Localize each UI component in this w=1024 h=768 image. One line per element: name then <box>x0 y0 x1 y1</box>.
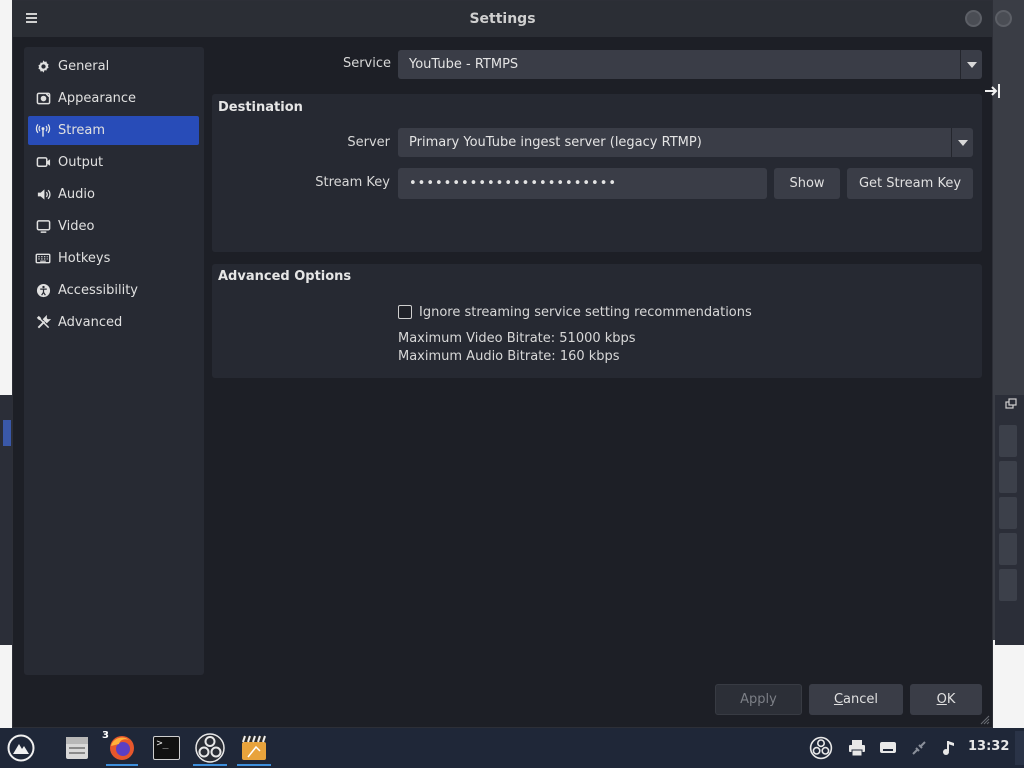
sidebar-item-output[interactable]: Output <box>28 148 199 177</box>
ok-mnemonic: O <box>936 692 947 707</box>
firefox-icon[interactable]: 3 <box>102 730 140 766</box>
sidebar-item-advanced[interactable]: Advanced <box>28 308 199 337</box>
destination-group: Destination Server Primary YouTube inges… <box>212 94 982 252</box>
sidebar-item-video[interactable]: Video <box>28 212 199 241</box>
ignore-recommendations-label[interactable]: Ignore streaming service setting recomme… <box>419 305 752 320</box>
get-stream-key-label: Get Stream Key <box>858 176 962 191</box>
sidebar-item-label: Audio <box>58 187 95 202</box>
server-value: Primary YouTube ingest server (legacy RT… <box>409 135 702 150</box>
sidebar-item-appearance[interactable]: Appearance <box>28 84 199 113</box>
service-label: Service <box>342 56 391 71</box>
accessibility-icon <box>35 283 51 299</box>
gear-icon <box>35 59 51 75</box>
obs-studio-icon[interactable] <box>191 732 229 766</box>
sidebar-item-label: Stream <box>58 123 106 138</box>
appearance-icon <box>35 91 51 107</box>
active-indicator <box>106 764 138 766</box>
chevron-down-icon[interactable] <box>960 50 982 79</box>
max-video-bitrate: Maximum Video Bitrate: 51000 kbps <box>398 331 636 346</box>
output-icon <box>35 155 51 171</box>
sidebar-item-label: General <box>58 59 110 74</box>
terminal-glyph: >_ <box>152 736 180 760</box>
sidebar-item-stream[interactable]: Stream <box>28 116 199 145</box>
music-note-icon[interactable] <box>937 736 961 760</box>
background-selection <box>3 420 11 446</box>
service-value: YouTube - RTMPS <box>409 57 519 72</box>
background-button <box>999 497 1017 529</box>
stream-key-label: Stream Key <box>315 175 390 190</box>
sidebar-item-label: Output <box>58 155 104 170</box>
settings-sidebar: General Appearance Stream Output Audio V… <box>24 47 204 675</box>
advanced-options-group: Advanced Options Ignore streaming servic… <box>212 264 982 378</box>
undock-icon[interactable] <box>1005 398 1017 410</box>
sidebar-item-general[interactable]: General <box>28 52 199 81</box>
background-button <box>999 425 1017 457</box>
background-button <box>999 461 1017 493</box>
title-bar[interactable]: Settings <box>13 1 1012 37</box>
sidebar-item-label: Hotkeys <box>58 251 111 266</box>
window-title: Settings <box>469 11 536 27</box>
sidebar-item-label: Video <box>58 219 95 234</box>
ok-button[interactable]: OK <box>910 684 982 715</box>
server-label: Server <box>347 135 390 150</box>
settings-window: Settings General Appearance Stream Outpu… <box>12 0 1012 728</box>
file-manager-icon[interactable] <box>60 732 94 764</box>
antenna-icon <box>35 123 51 139</box>
ok-label: K <box>946 692 956 707</box>
service-dropdown[interactable]: YouTube - RTMPS <box>398 50 982 79</box>
sidebar-item-label: Advanced <box>58 315 123 330</box>
tools-icon <box>35 315 51 331</box>
background-button <box>999 569 1017 601</box>
clock[interactable]: 13:32 <box>968 739 1009 754</box>
stream-key-field[interactable]: •••••••••••••••••••••••• <box>398 168 767 199</box>
video-editor-icon[interactable] <box>235 732 273 766</box>
active-indicator <box>193 764 227 766</box>
active-indicator <box>237 764 271 766</box>
advanced-options-title: Advanced Options <box>218 269 352 284</box>
show-desktop-button[interactable] <box>1015 731 1024 765</box>
chevron-down-icon[interactable] <box>951 128 973 157</box>
resize-grip-icon[interactable] <box>980 715 990 725</box>
sidebar-item-accessibility[interactable]: Accessibility <box>28 276 199 305</box>
ignore-recommendations-checkbox[interactable] <box>398 305 412 319</box>
taskbar: 3 >_ 13:32 <box>0 728 1024 768</box>
cancel-button[interactable]: Cancel <box>809 684 903 715</box>
speaker-icon <box>35 187 51 203</box>
max-audio-bitrate: Maximum Audio Bitrate: 160 kbps <box>398 349 620 364</box>
cancel-label: ancel <box>843 692 879 707</box>
network-disconnected-icon[interactable] <box>907 736 931 760</box>
terminal-icon[interactable]: >_ <box>148 732 184 764</box>
keyboard-icon <box>35 251 51 267</box>
sidebar-item-hotkeys[interactable]: Hotkeys <box>28 244 199 273</box>
window-menu-icon[interactable] <box>23 11 41 27</box>
firefox-badge: 3 <box>102 730 109 741</box>
destination-title: Destination <box>218 100 303 115</box>
server-dropdown[interactable]: Primary YouTube ingest server (legacy RT… <box>398 128 973 157</box>
minimize-button[interactable] <box>965 10 982 27</box>
sidebar-item-label: Accessibility <box>58 283 138 298</box>
apply-button[interactable]: Apply <box>715 684 802 715</box>
show-key-button[interactable]: Show <box>774 168 840 199</box>
stream-key-value: •••••••••••••••••••••••• <box>409 176 618 191</box>
obs-tray-icon[interactable] <box>809 736 833 760</box>
sidebar-item-audio[interactable]: Audio <box>28 180 199 209</box>
cancel-mnemonic: C <box>833 692 844 707</box>
show-key-label: Show <box>789 176 825 191</box>
close-button[interactable] <box>995 10 1012 27</box>
keyboard-layout-icon[interactable] <box>876 736 900 760</box>
collapse-arrow-icon[interactable] <box>983 82 1003 100</box>
apply-label: Apply <box>740 692 777 707</box>
printer-icon[interactable] <box>845 736 869 760</box>
sidebar-item-label: Appearance <box>58 91 137 106</box>
background-button <box>999 533 1017 565</box>
app-launcher-icon[interactable] <box>4 732 38 764</box>
get-stream-key-button[interactable]: Get Stream Key <box>847 168 973 199</box>
monitor-icon <box>35 219 51 235</box>
